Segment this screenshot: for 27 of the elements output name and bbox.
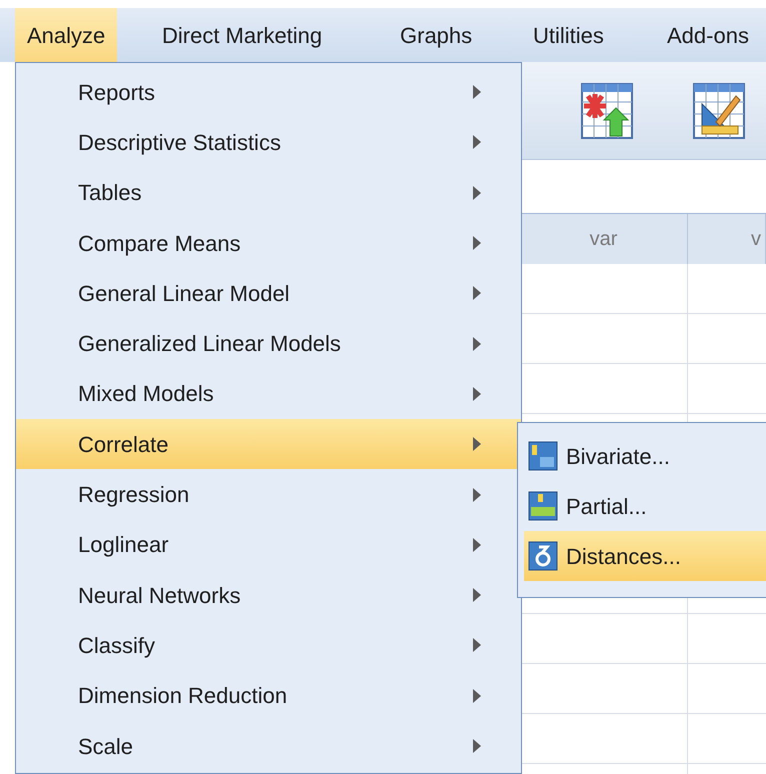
menu-item[interactable]: Utilities	[521, 8, 616, 62]
menu-option[interactable]: General Linear Model	[16, 268, 521, 318]
menu-item[interactable]: Direct Marketing	[150, 8, 334, 62]
menu-option[interactable]: Scale	[16, 720, 521, 772]
correlation-icon	[528, 441, 558, 471]
menu-option[interactable]: Regression	[16, 469, 521, 520]
menu-option[interactable]: Reports	[16, 67, 521, 118]
submenu-option[interactable]: Bivariate...	[524, 431, 766, 481]
menu-option[interactable]: Compare Means	[16, 218, 521, 268]
menu-option[interactable]: Classify	[16, 620, 521, 671]
menu-option[interactable]: Mixed Models	[16, 368, 521, 420]
menu-item[interactable]: Analyze	[15, 8, 118, 62]
partial-correlation-icon	[528, 491, 558, 521]
table-ruler-icon[interactable]	[692, 82, 746, 140]
submenu-option[interactable]: Distances...	[524, 531, 766, 581]
menu-item[interactable]: Graphs	[388, 8, 484, 62]
menu-option[interactable]: Dimension Reduction	[16, 670, 521, 721]
distance-icon	[528, 541, 558, 571]
menu-option[interactable]: Tables	[16, 168, 521, 218]
menu-option[interactable]: Loglinear	[16, 520, 521, 570]
menu-option[interactable]: Correlate	[16, 419, 521, 470]
submenu-option[interactable]: Partial...	[524, 481, 766, 531]
menu-option[interactable]: Descriptive Statistics	[16, 117, 521, 168]
column-header: v	[688, 214, 766, 264]
menu-option[interactable]: Generalized Linear Models	[16, 318, 521, 369]
menu-option[interactable]: Neural Networks	[16, 570, 521, 620]
menu-item[interactable]: Add-ons	[655, 8, 761, 62]
